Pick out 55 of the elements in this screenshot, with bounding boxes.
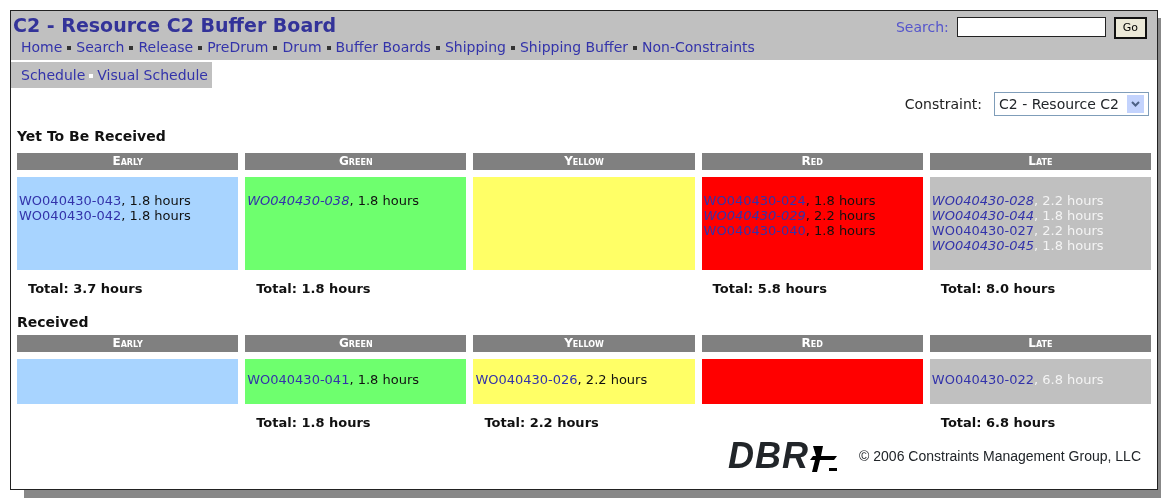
order-hours: , 1.8 hours xyxy=(349,193,420,208)
nav-link[interactable]: Drum xyxy=(282,37,322,58)
zone-total: Total: 6.8 hours xyxy=(940,415,1056,430)
nav-link[interactable]: PreDrum xyxy=(207,37,269,58)
order-hours: , 1.8 hours xyxy=(121,193,191,208)
work-order-link[interactable]: WO040430-038 xyxy=(247,193,350,208)
search-label: Search: xyxy=(895,18,949,37)
order-hours: , 1.8 hours xyxy=(121,208,191,223)
work-order-link[interactable]: WO040430-041 xyxy=(247,372,350,387)
zone-header: Red xyxy=(701,335,923,352)
page-title: C2 - Resource C2 Buffer Board xyxy=(13,13,338,37)
logo-text: DBR xyxy=(728,438,810,474)
zone-header: Red xyxy=(701,153,923,170)
zone-header: Green xyxy=(245,153,467,170)
order-hours: , 2.2 hours xyxy=(577,372,648,387)
work-order-link[interactable]: WO040430-045 xyxy=(931,238,1034,253)
zone-total: Total: 3.7 hours xyxy=(28,281,143,296)
work-order-link[interactable]: WO040430-026 xyxy=(475,372,578,387)
zone-total: Total: 1.8 hours xyxy=(256,415,371,430)
zone-header: Green xyxy=(245,335,467,352)
work-order-link[interactable]: WO040430-028 xyxy=(931,193,1034,208)
constraint-label: Constraint: xyxy=(904,94,982,114)
zone-header: Late xyxy=(929,335,1151,352)
nav-link[interactable]: Shipping xyxy=(444,37,506,58)
nav-link[interactable]: Non-Constraints xyxy=(642,37,755,58)
copyright-text: © 2006 Constraints Management Group, LLC xyxy=(859,446,1141,466)
zone-total: Total: 1.8 hours xyxy=(256,281,371,296)
nav-link[interactable]: Release xyxy=(138,37,194,58)
subnav-link[interactable]: Schedule xyxy=(21,65,86,86)
order-hours: , 1.8 hours xyxy=(349,372,420,387)
work-order-link[interactable]: WO040430-022 xyxy=(931,372,1034,387)
zone-header: Early xyxy=(17,153,239,170)
section-title: Received xyxy=(16,313,90,332)
order-hours: , 2.2 hours xyxy=(805,208,876,223)
work-order-link[interactable]: WO040430-042 xyxy=(19,208,122,223)
zone-total: Total: 2.2 hours xyxy=(484,415,599,430)
work-order-link[interactable]: WO040430-027 xyxy=(931,223,1034,238)
constraint-dropdown[interactable]: C2 - Resource C2 xyxy=(994,92,1149,116)
zone-header: Early xyxy=(17,335,239,352)
work-order-link[interactable]: WO040430-044 xyxy=(931,208,1034,223)
zone-header: Yellow xyxy=(473,335,695,352)
zone-header: Yellow xyxy=(473,153,695,170)
nav-link[interactable]: Search xyxy=(76,37,125,58)
subnav-link[interactable]: Visual Schedule xyxy=(97,65,208,86)
section-title: Yet To Be Received xyxy=(16,127,167,146)
search-field[interactable] xyxy=(956,17,1106,37)
go-button[interactable]: Go xyxy=(1113,17,1147,39)
zone-header: Late xyxy=(929,153,1151,170)
nav-link[interactable]: Home xyxy=(21,37,63,58)
nav-link[interactable]: Shipping Buffer xyxy=(520,37,628,58)
zone-total: Total: 5.8 hours xyxy=(712,281,827,296)
nav-link[interactable]: Buffer Boards xyxy=(335,37,431,58)
order-hours: , 1.8 hours xyxy=(805,193,876,208)
zone-total: Total: 8.0 hours xyxy=(940,281,1056,296)
order-hours: , 1.8 hours xyxy=(805,223,876,238)
